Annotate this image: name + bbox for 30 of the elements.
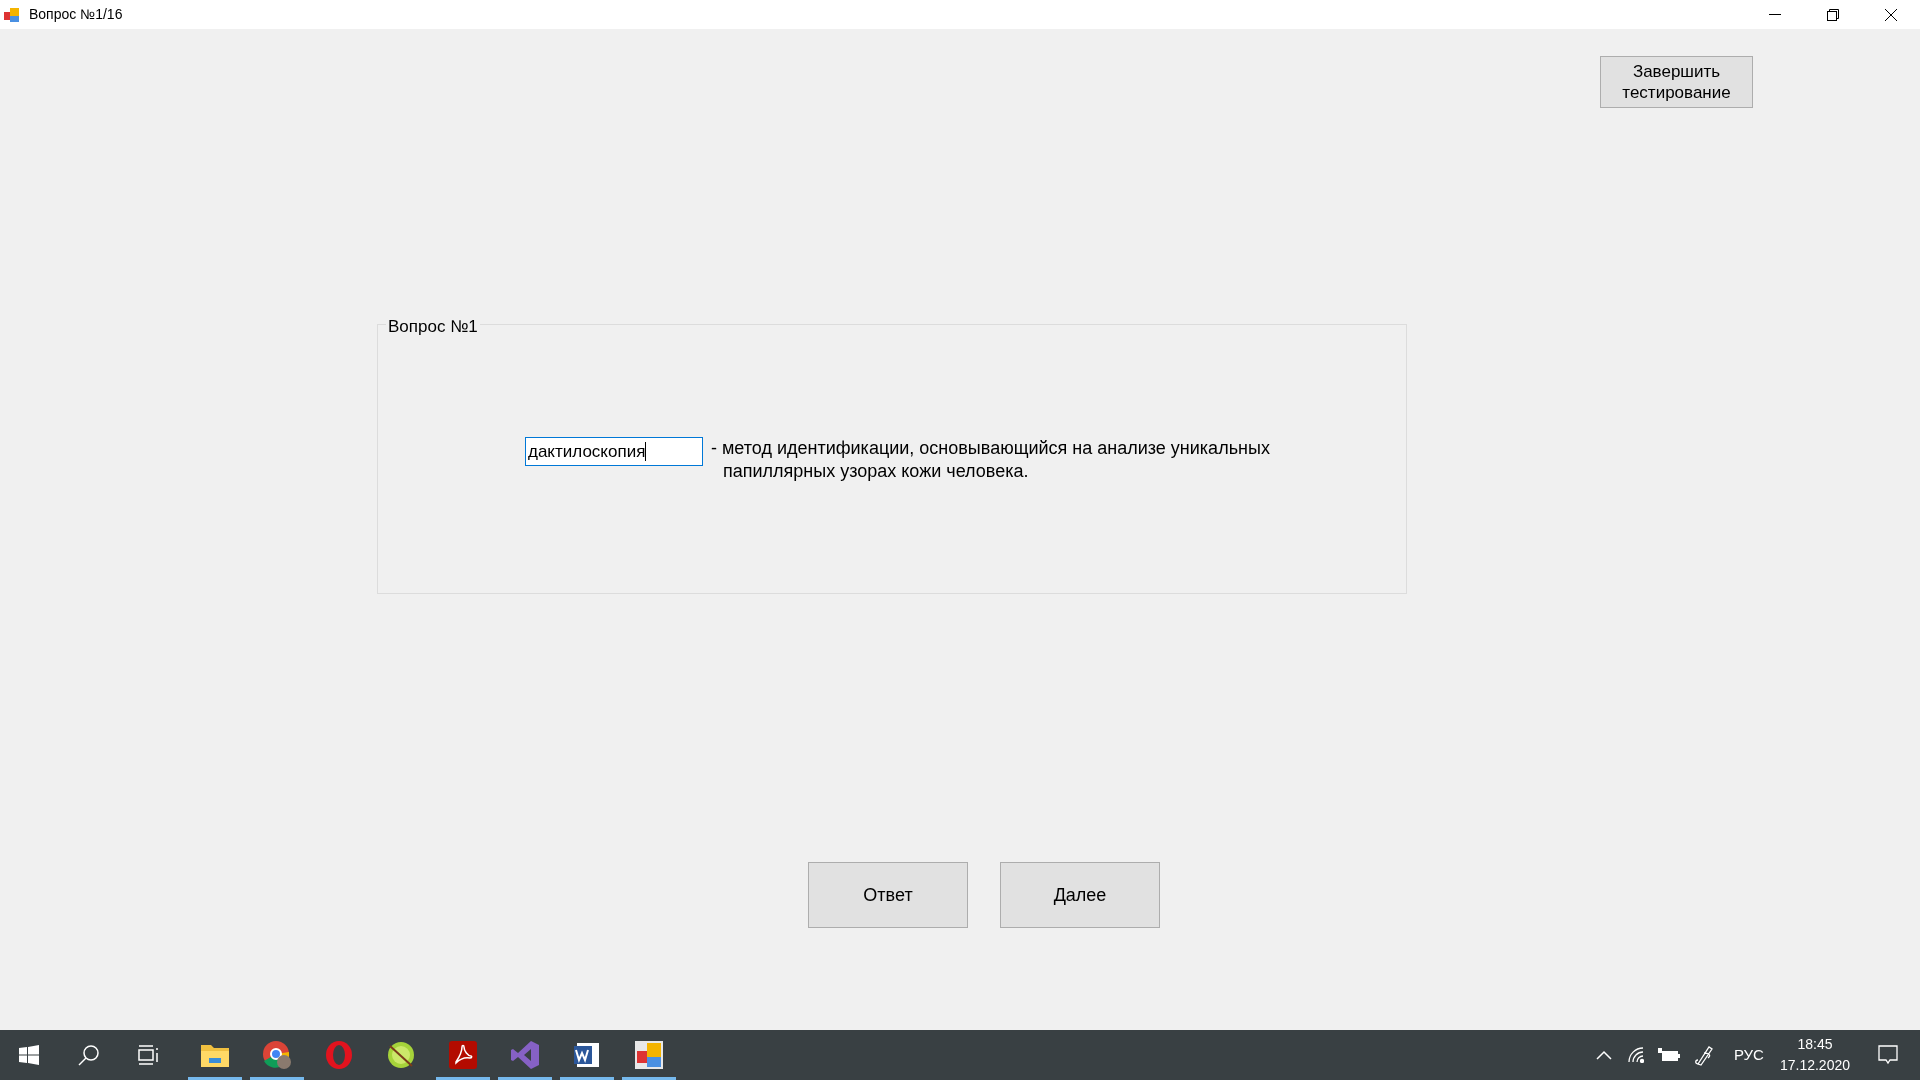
language-indicator[interactable]: РУС — [1733, 1043, 1764, 1067]
question-text-line: папиллярных узорах кожи человека. — [722, 460, 1029, 483]
window-title: Вопрос №1/16 — [29, 5, 123, 24]
notifications-icon[interactable] — [1878, 1045, 1898, 1065]
question-text-line: - метод идентификации, основывающийся на анализе уникальных — [711, 437, 1270, 460]
close-icon — [1885, 8, 1897, 21]
answer-field[interactable]: дактилоскопия — [525, 437, 703, 466]
restore-icon — [1827, 8, 1839, 21]
minimize-icon — [1769, 13, 1781, 16]
pdf-icon — [449, 1041, 477, 1069]
ribbon-icon — [510, 1040, 540, 1070]
wifi-icon[interactable] — [1627, 1047, 1644, 1063]
form-button[interactable]: Далее — [1000, 862, 1160, 928]
browser-icon — [262, 1040, 292, 1070]
form-button[interactable]: Ответ — [808, 862, 968, 928]
finish-test-button[interactable]: Завершить тестирование — [1600, 56, 1753, 108]
battery-icon[interactable] — [1657, 1048, 1680, 1062]
pen-icon[interactable] — [1693, 1044, 1714, 1066]
clock-date[interactable]: 17.12.2020 — [1779, 1055, 1850, 1076]
app-window-icon — [635, 1041, 663, 1069]
clock-time[interactable]: 18:45 — [1797, 1034, 1833, 1055]
document-w-icon — [573, 1041, 601, 1069]
app-icon — [3, 5, 21, 24]
search-icon — [78, 1044, 100, 1066]
chevron-up-icon[interactable] — [1595, 1050, 1612, 1060]
folder-icon — [201, 1043, 229, 1067]
ring-icon — [324, 1040, 354, 1070]
task-view-icon — [138, 1045, 160, 1065]
windows-logo-icon — [19, 1045, 39, 1065]
lime-icon — [387, 1041, 415, 1069]
